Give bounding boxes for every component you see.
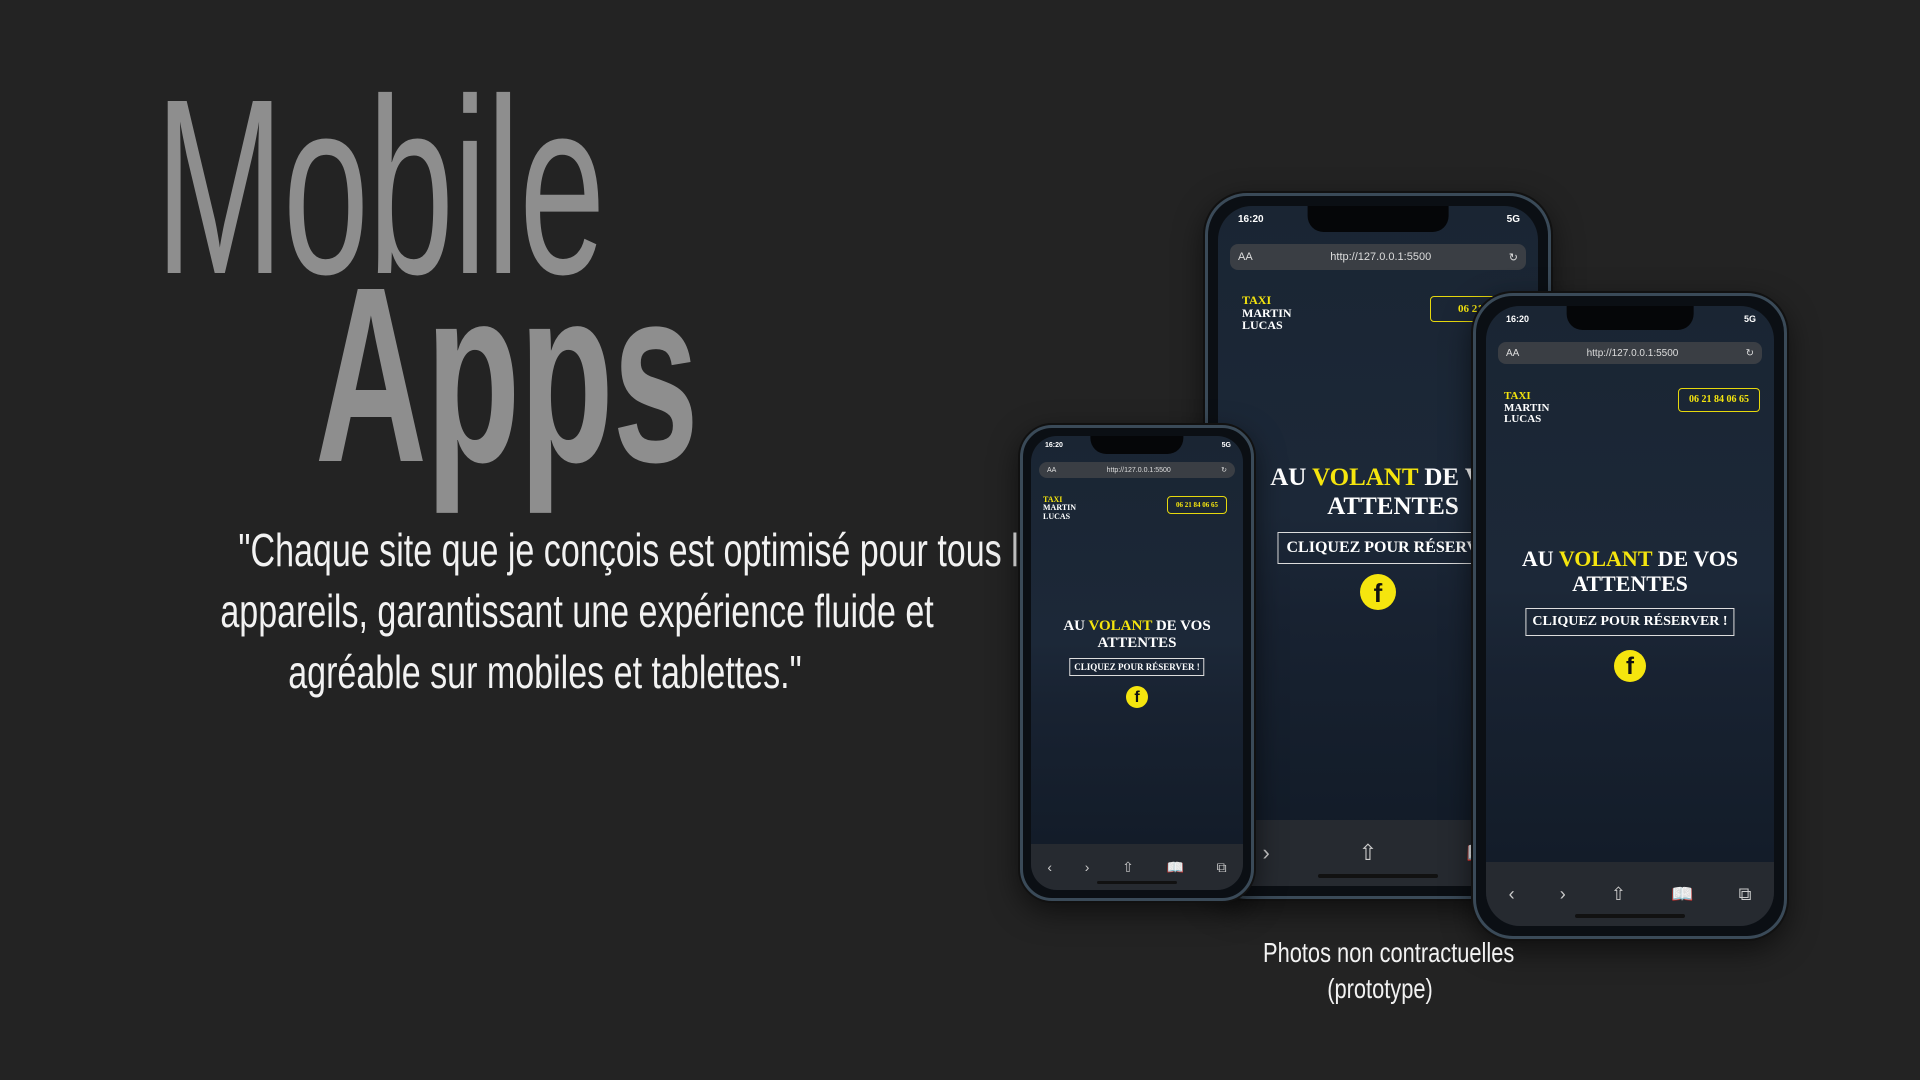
home-indicator	[1318, 874, 1438, 878]
brand-taxi: TAXI	[1504, 390, 1531, 402]
headline-pre: AU	[1063, 618, 1085, 634]
url-text: http://127.0.0.1:5500	[1330, 251, 1432, 263]
reload-icon[interactable]: ↻	[1509, 251, 1518, 264]
brand-lucas: LUCAS	[1242, 318, 1283, 333]
headline-post: DE VOS	[1155, 618, 1211, 634]
site-brand: TAXI MARTIN LUCAS	[1043, 495, 1076, 521]
aa-button[interactable]: AA	[1047, 467, 1056, 474]
aa-button[interactable]: AA	[1506, 348, 1519, 359]
quote-line-2: appareils, garantissant une expérience f…	[220, 585, 934, 637]
home-indicator	[1575, 914, 1685, 918]
headline-line2: ATTENTES	[1097, 635, 1177, 652]
headline-pre: AU	[1521, 546, 1554, 571]
facebook-icon[interactable]: f	[1360, 574, 1396, 610]
facebook-icon[interactable]: f	[1614, 650, 1646, 682]
cta-button[interactable]: CLIQUEZ POUR RÉSERVER !	[1069, 658, 1205, 676]
status-signal: 5G	[1743, 314, 1756, 324]
share-icon[interactable]: ⇧	[1359, 840, 1377, 866]
reload-icon[interactable]: ↻	[1221, 466, 1227, 474]
home-indicator	[1097, 881, 1177, 884]
back-icon[interactable]: ‹	[1509, 884, 1515, 905]
bookmarks-icon[interactable]: 📖	[1671, 884, 1693, 905]
phone-screen: 16:20 5G AA http://127.0.0.1:5500 ↻ TAXI…	[1031, 436, 1243, 890]
forward-icon[interactable]: ›	[1262, 840, 1269, 866]
caption-line-1: Photos non contractuelles	[1263, 937, 1515, 968]
status-bar: 16:20 5G	[1045, 442, 1231, 458]
headline-post: DE VOS	[1657, 546, 1739, 571]
phone-mockup-right: 16:20 5G AA http://127.0.0.1:5500 ↻ TAXI…	[1473, 293, 1787, 939]
brand-lucas: LUCAS	[1043, 511, 1071, 521]
quote-text: "Chaque site que je conçois est optimisé…	[95, 520, 1054, 703]
url-bar[interactable]: AA http://127.0.0.1:5500 ↻	[1039, 462, 1235, 478]
status-bar: 16:20 5G	[1506, 314, 1756, 330]
back-icon[interactable]: ‹	[1047, 859, 1052, 875]
headline-accent: VOLANT	[1088, 618, 1153, 634]
share-icon[interactable]: ⇧	[1122, 859, 1134, 876]
status-bar: 16:20 5G	[1238, 214, 1520, 230]
status-time: 16:20	[1045, 442, 1063, 449]
title-apps: Apps	[315, 235, 699, 514]
url-text: http://127.0.0.1:5500	[1106, 466, 1171, 474]
bookmarks-icon[interactable]: 📖	[1166, 859, 1183, 876]
status-time: 16:20	[1238, 214, 1264, 225]
status-time: 16:20	[1506, 314, 1530, 324]
forward-icon[interactable]: ›	[1560, 884, 1566, 905]
forward-icon[interactable]: ›	[1085, 859, 1090, 875]
headline-pre: AU	[1270, 464, 1307, 491]
headline-accent: VOLANT	[1558, 546, 1653, 571]
site-brand: TAXI MARTIN LUCAS	[1242, 294, 1292, 332]
headline-accent: VOLANT	[1312, 464, 1419, 491]
url-bar[interactable]: AA http://127.0.0.1:5500 ↻	[1498, 342, 1762, 364]
headline-line2: ATTENTES	[1327, 492, 1459, 520]
quote-line-1: "Chaque site que je conçois est optimisé…	[238, 524, 1055, 576]
phone-mockup-small: 16:20 5G AA http://127.0.0.1:5500 ↻ TAXI…	[1020, 425, 1254, 901]
site-brand: TAXI MARTIN LUCAS	[1504, 390, 1549, 426]
quote-line-3: agréable sur mobiles et tablettes."	[288, 646, 802, 698]
status-signal: 5G	[1506, 214, 1520, 225]
brand-lucas: LUCAS	[1504, 413, 1542, 426]
site-headline: AU VOLANT DE VOS ATTENTES	[1486, 546, 1774, 597]
facebook-icon[interactable]: f	[1126, 686, 1148, 708]
cta-button[interactable]: CLIQUEZ POUR RÉSERVER !	[1525, 608, 1735, 636]
brand-taxi: TAXI	[1242, 293, 1272, 307]
photo-caption: Photos non contractuelles (prototype)	[1230, 935, 1530, 1007]
phone-number-button[interactable]: 06 21 84 06 65	[1678, 388, 1760, 412]
reload-icon[interactable]: ↻	[1746, 348, 1754, 359]
tabs-icon[interactable]: ⧉	[1217, 859, 1227, 876]
caption-line-2: (prototype)	[1327, 973, 1433, 1004]
url-bar[interactable]: AA http://127.0.0.1:5500 ↻	[1230, 244, 1526, 270]
phone-number-button[interactable]: 06 21 84 06 65	[1167, 496, 1227, 514]
share-icon[interactable]: ⇧	[1611, 884, 1626, 905]
status-signal: 5G	[1221, 442, 1231, 449]
phone-screen: 16:20 5G AA http://127.0.0.1:5500 ↻ TAXI…	[1486, 306, 1774, 926]
headline-line2: ATTENTES	[1572, 571, 1688, 597]
site-headline: AU VOLANT DE VOS ATTENTES	[1031, 618, 1243, 653]
tabs-icon[interactable]: ⧉	[1739, 884, 1752, 905]
aa-button[interactable]: AA	[1238, 251, 1253, 263]
url-text: http://127.0.0.1:5500	[1586, 347, 1679, 359]
